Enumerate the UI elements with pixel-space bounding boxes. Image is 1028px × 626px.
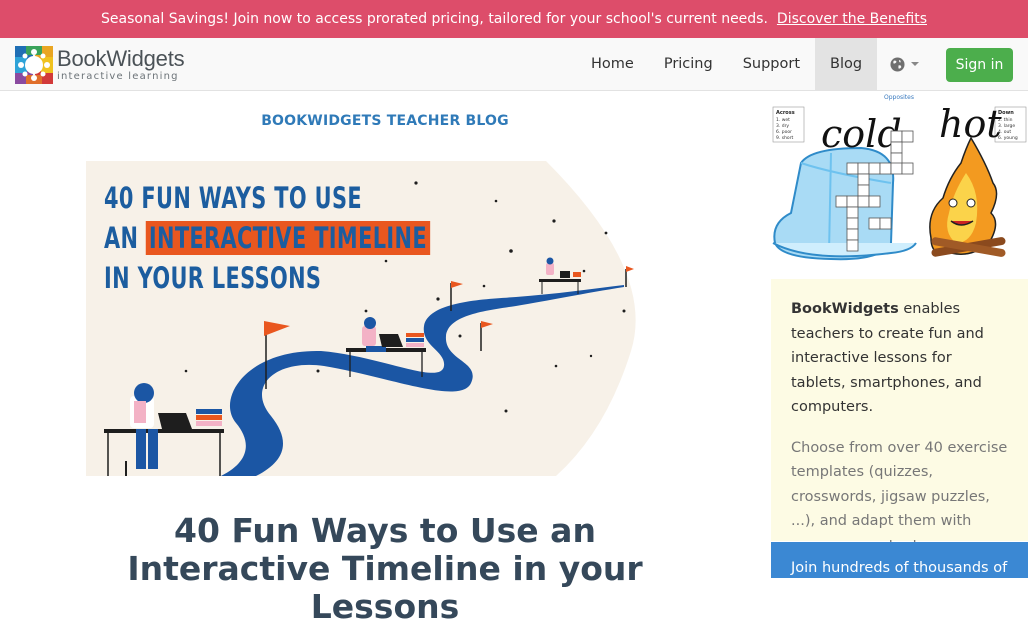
across-clue-4: 9. short bbox=[776, 135, 794, 141]
across-clue-2: 3. dry bbox=[776, 123, 789, 129]
nav-pricing[interactable]: Pricing bbox=[649, 38, 728, 90]
bookwidgets-logo[interactable]: BookWidgets interactive learning bbox=[14, 45, 185, 85]
top-navbar: BookWidgets interactive learning Home Pr… bbox=[0, 38, 1028, 91]
choose-templates-text: Choose from over 40 exercise templates (… bbox=[791, 439, 1008, 554]
crossword-illustration: Opposites Across 1. wet 3. dry 6. poor 9… bbox=[772, 94, 1027, 261]
across-clue-3: 6. poor bbox=[776, 129, 792, 135]
blog-category-link[interactable]: BOOKWIDGETS TEACHER BLOG bbox=[0, 113, 770, 129]
about-brand: BookWidgets bbox=[791, 301, 899, 317]
hero-line-2-prefix: AN bbox=[104, 221, 146, 255]
crossword-ad-image[interactable]: Opposites Across 1. wet 3. dry 6. poor 9… bbox=[771, 93, 1028, 263]
language-dropdown[interactable] bbox=[877, 38, 937, 90]
nav-support[interactable]: Support bbox=[728, 38, 815, 90]
word-cold: cold bbox=[821, 112, 902, 156]
across-title: Across bbox=[776, 110, 795, 116]
hero-line-3: IN YOUR LESSONS bbox=[104, 261, 322, 295]
hero-line-2-highlight: INTERACTIVE TIMELINE bbox=[145, 221, 430, 255]
sign-in-button[interactable]: Sign in bbox=[946, 48, 1013, 82]
post-title: 40 Fun Ways to Use an Interactive Timeli… bbox=[127, 511, 643, 626]
main-nav: Home Pricing Support Blog bbox=[576, 38, 937, 90]
nav-home[interactable]: Home bbox=[576, 38, 649, 90]
hero-headline: 40 FUN WAYS TO USE AN INTERACTIVE TIMELI… bbox=[104, 178, 430, 298]
join-cta-box[interactable]: Join hundreds of thousands of bbox=[771, 542, 1028, 578]
across-clue-1: 1. wet bbox=[776, 117, 790, 123]
word-hot: hot bbox=[939, 102, 1002, 146]
logo-subtitle: interactive learning bbox=[57, 71, 179, 82]
logo-mark-icon bbox=[15, 46, 53, 84]
join-text: Join hundreds of thousands of bbox=[791, 560, 1008, 576]
logo-title: BookWidgets bbox=[57, 46, 185, 71]
nav-blog[interactable]: Blog bbox=[815, 38, 878, 90]
discover-benefits-link[interactable]: Discover the Benefits bbox=[777, 11, 927, 27]
globe-icon bbox=[890, 56, 905, 72]
about-description: enables teachers to create fun and inter… bbox=[791, 301, 984, 415]
promo-banner: Seasonal Savings! Join now to access pro… bbox=[0, 0, 1028, 38]
chevron-down-icon bbox=[911, 62, 920, 66]
hero-line-1: 40 FUN WAYS TO USE bbox=[104, 181, 362, 215]
hero-image: 40 FUN WAYS TO USE AN INTERACTIVE TIMELI… bbox=[86, 161, 646, 476]
hero-line-2: AN INTERACTIVE TIMELINE bbox=[104, 218, 430, 258]
about-bookwidgets-box: BookWidgets enables teachers to create f… bbox=[771, 279, 1028, 578]
promo-message: Seasonal Savings! Join now to access pro… bbox=[101, 11, 768, 27]
about-text: BookWidgets enables teachers to create f… bbox=[791, 297, 1008, 420]
crossword-heading: Opposites bbox=[884, 94, 914, 101]
